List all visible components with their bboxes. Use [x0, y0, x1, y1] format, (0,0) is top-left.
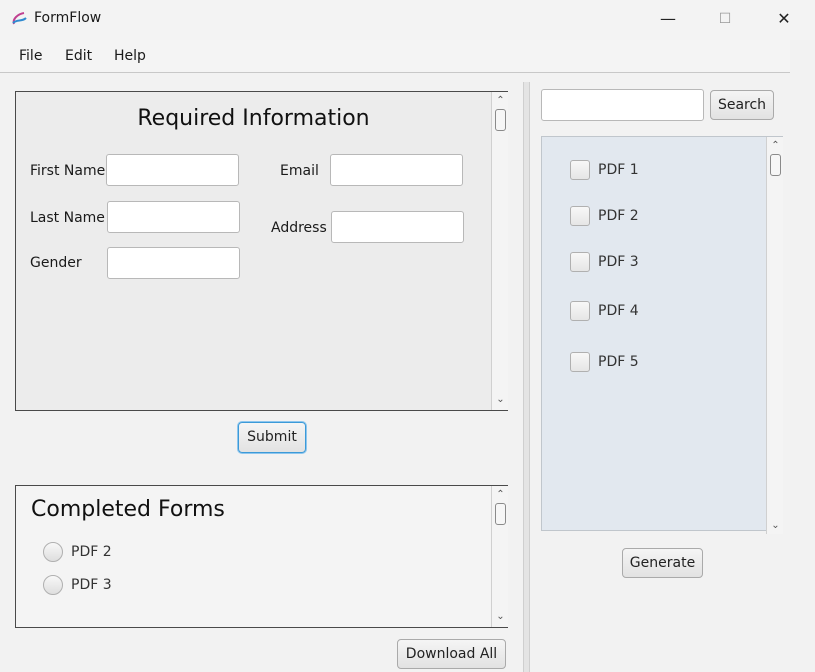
last-name-label: Last Name: [30, 210, 105, 226]
first-name-label: First Name: [30, 163, 106, 179]
search-button[interactable]: Search: [710, 90, 774, 120]
pdf-item-label: PDF 2: [598, 208, 639, 224]
close-button[interactable]: ✕: [770, 6, 798, 32]
scroll-up-icon[interactable]: ⌃: [492, 489, 509, 501]
minimize-button[interactable]: —: [654, 6, 682, 32]
completed-radio[interactable]: [43, 542, 63, 562]
address-label: Address: [271, 220, 327, 236]
search-input[interactable]: [541, 89, 704, 121]
scroll-down-icon[interactable]: ⌄: [492, 394, 509, 406]
pdf-checkbox[interactable]: [570, 301, 590, 321]
email-label: Email: [280, 163, 319, 179]
generate-button[interactable]: Generate: [622, 548, 703, 578]
required-info-panel: [15, 91, 508, 411]
pdf-item-label: PDF 4: [598, 303, 639, 319]
menu-edit[interactable]: Edit: [65, 48, 92, 64]
menu-file[interactable]: File: [19, 48, 42, 64]
app-logo-icon: [12, 12, 27, 25]
email-field[interactable]: [330, 154, 463, 186]
pdf-checkbox[interactable]: [570, 352, 590, 372]
scroll-down-icon[interactable]: ⌄: [767, 520, 784, 532]
title-bar: [0, 0, 815, 40]
maximize-button[interactable]: ☐: [711, 6, 739, 32]
pdf-checkbox[interactable]: [570, 252, 590, 272]
window-title: FormFlow: [34, 10, 102, 26]
required-info-heading: Required Information: [137, 106, 370, 131]
pdf-item-label: PDF 5: [598, 354, 639, 370]
pdf-list-scrollbar[interactable]: ⌃ ⌄: [766, 137, 783, 534]
gender-label: Gender: [30, 255, 82, 271]
required-scrollbar[interactable]: ⌃ ⌄: [491, 92, 508, 410]
completed-item-label: PDF 2: [71, 544, 112, 560]
split-divider[interactable]: [523, 82, 530, 672]
pdf-item-label: PDF 3: [598, 254, 639, 270]
scroll-down-icon[interactable]: ⌄: [492, 611, 509, 623]
first-name-field[interactable]: [106, 154, 239, 186]
submit-button[interactable]: Submit: [238, 422, 306, 453]
pdf-item-label: PDF 1: [598, 162, 639, 178]
menu-help[interactable]: Help: [114, 48, 146, 64]
address-field[interactable]: [331, 211, 464, 243]
completed-forms-heading: Completed Forms: [31, 497, 225, 522]
gender-field[interactable]: [107, 247, 240, 279]
scroll-thumb[interactable]: [495, 503, 506, 525]
scroll-thumb[interactable]: [495, 109, 506, 131]
pdf-checkbox[interactable]: [570, 160, 590, 180]
completed-radio[interactable]: [43, 575, 63, 595]
completed-scrollbar[interactable]: ⌃ ⌄: [491, 486, 508, 627]
pdf-checkbox[interactable]: [570, 206, 590, 226]
scroll-up-icon[interactable]: ⌃: [492, 95, 509, 107]
download-all-button[interactable]: Download All: [397, 639, 506, 669]
last-name-field[interactable]: [107, 201, 240, 233]
scroll-up-icon[interactable]: ⌃: [767, 140, 784, 152]
pdf-list: [541, 136, 783, 531]
scroll-thumb[interactable]: [770, 154, 781, 176]
completed-item-label: PDF 3: [71, 577, 112, 593]
